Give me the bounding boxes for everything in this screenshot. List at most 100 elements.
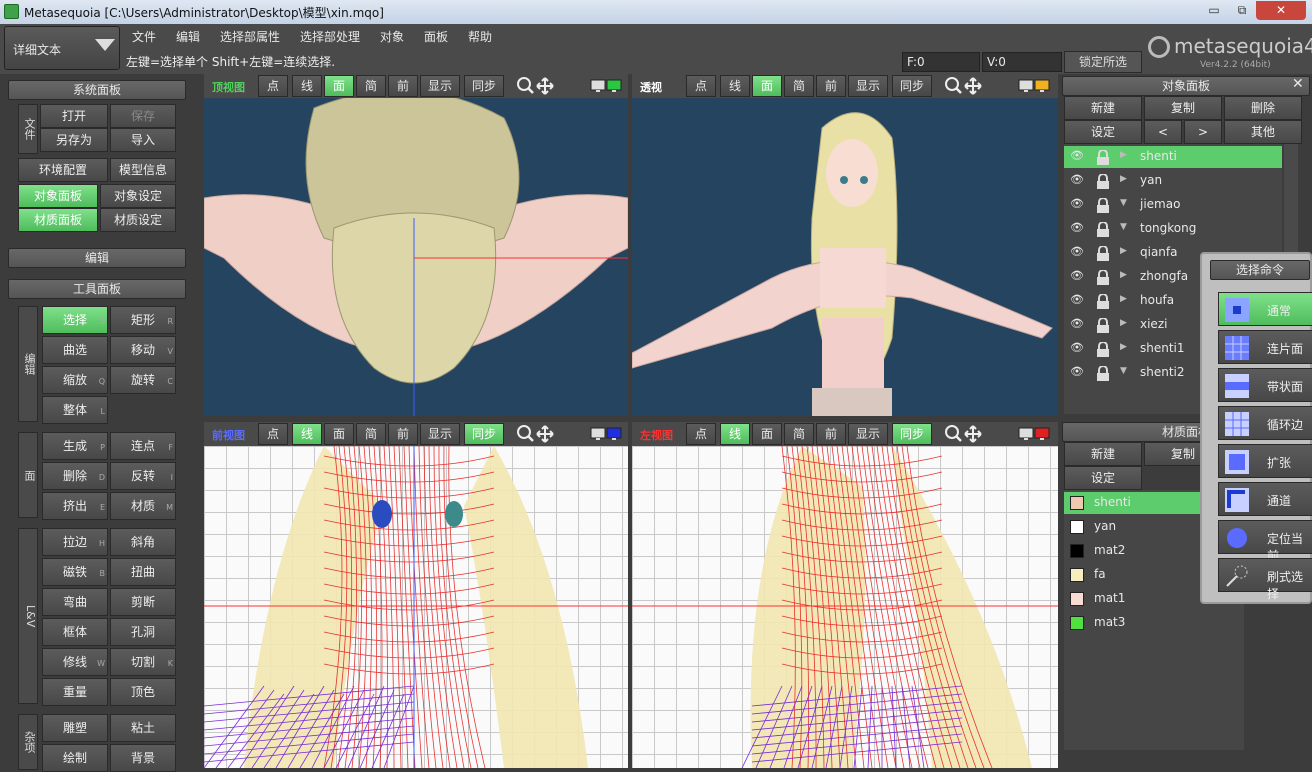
viewport-front[interactable]: 前视图点线面简前显示 同步 [204, 422, 628, 768]
lock-icon[interactable] [1096, 198, 1110, 214]
system-panel-title[interactable]: 系统面板 [8, 80, 186, 100]
monitor-icon[interactable] [590, 78, 624, 97]
select-cmd-brush-select[interactable]: 刷式选择 [1218, 558, 1312, 601]
lock-icon[interactable] [1096, 318, 1110, 334]
object-row[interactable]: 👁 ▶ shenti [1064, 146, 1282, 168]
visibility-icon[interactable]: 👁 [1070, 149, 1084, 162]
visibility-icon[interactable]: 👁 [1070, 245, 1084, 258]
tool-button-edit-4[interactable]: 缩放 Q [42, 366, 108, 394]
visibility-icon[interactable]: 👁 [1070, 173, 1084, 186]
viewport-left[interactable]: 左视图点线面简前显示 同步 [632, 422, 1058, 768]
object-panel-toggle[interactable]: 对象面板 [18, 184, 98, 208]
env-config-button[interactable]: 环境配置 [18, 158, 108, 182]
object-row[interactable]: 👁 ▼ tongkong [1064, 218, 1282, 240]
object-next-button[interactable]: > [1184, 120, 1222, 144]
visibility-icon[interactable]: 👁 [1070, 197, 1084, 210]
viewport-canvas-front[interactable] [204, 446, 628, 768]
edit-panel-title[interactable]: 编辑 [8, 248, 186, 268]
object-new-button[interactable]: 新建 [1064, 96, 1142, 120]
tool-button-misc-1[interactable]: 粘土 [110, 714, 176, 742]
material-new-button[interactable]: 新建 [1064, 442, 1142, 466]
tool-button-edit-0[interactable]: 选择 S [42, 306, 108, 334]
expand-icon[interactable]: ▶ [1120, 270, 1127, 280]
tool-panel-title[interactable]: 工具面板 [8, 279, 186, 299]
viewport-top-btn-0[interactable]: 点 [258, 75, 288, 97]
viewport-top-btn-6[interactable]: 同步 [464, 75, 504, 97]
viewport-perspective-btn-0[interactable]: 点 [686, 75, 716, 97]
object-settings-button[interactable]: 对象设定 [100, 184, 176, 208]
tool-button-edit-3[interactable]: 移动 V [110, 336, 176, 364]
tool-button-face-4[interactable]: 挤出 E [42, 492, 108, 520]
viewport-left-btn-2[interactable]: 面 [752, 423, 782, 445]
zoom-pan-icon[interactable] [516, 76, 556, 99]
expand-icon[interactable]: ▶ [1120, 318, 1127, 328]
object-row[interactable]: 👁 ▼ jiemao [1064, 194, 1282, 216]
lock-icon[interactable] [1096, 222, 1110, 238]
menu-panel[interactable]: 面板 [424, 28, 448, 46]
save-as-button[interactable]: 另存为 [40, 128, 108, 152]
tool-button-lv-1[interactable]: 斜角 [110, 528, 176, 556]
lock-icon[interactable] [1096, 150, 1110, 166]
close-icon[interactable]: ✕ [1292, 76, 1304, 92]
viewport-canvas-left[interactable] [632, 446, 1058, 768]
select-cmd-edge-loop[interactable]: 循环边 [1218, 406, 1312, 440]
visibility-icon[interactable]: 👁 [1070, 293, 1084, 306]
tool-button-edit-1[interactable]: 矩形 R [110, 306, 176, 334]
viewport-left-btn-5[interactable]: 显示 [848, 423, 888, 445]
viewport-canvas-top[interactable] [204, 98, 628, 416]
menu-object[interactable]: 对象 [380, 28, 404, 46]
tool-button-edit-6[interactable]: 整体 L [42, 396, 108, 424]
viewport-front-btn-1[interactable]: 线 [292, 423, 322, 445]
open-button[interactable]: 打开 [40, 104, 108, 128]
tool-button-lv-3[interactable]: 扭曲 [110, 558, 176, 586]
viewport-left-btn-3[interactable]: 简 [784, 423, 814, 445]
monitor-icon[interactable] [1018, 78, 1052, 97]
visibility-icon[interactable]: 👁 [1070, 341, 1084, 354]
viewport-top-btn-5[interactable]: 显示 [420, 75, 460, 97]
lock-icon[interactable] [1096, 174, 1110, 190]
viewport-perspective-btn-6[interactable]: 同步 [892, 75, 932, 97]
expand-icon[interactable]: ▶ [1120, 174, 1127, 184]
viewport-perspective-btn-2[interactable]: 面 [752, 75, 782, 97]
object-prev-button[interactable]: < [1144, 120, 1182, 144]
tool-button-face-5[interactable]: 材质 M [110, 492, 176, 520]
lock-icon[interactable] [1096, 246, 1110, 262]
expand-icon[interactable]: ▶ [1120, 342, 1127, 352]
tool-button-face-3[interactable]: 反转 I [110, 462, 176, 490]
monitor-icon[interactable] [1018, 426, 1052, 445]
menu-edit[interactable]: 编辑 [176, 28, 200, 46]
viewport-top-btn-3[interactable]: 简 [356, 75, 386, 97]
save-button[interactable]: 保存 [110, 104, 176, 128]
viewport-perspective[interactable]: 透视 点线面简前显示 同步 [632, 74, 1058, 416]
viewport-perspective-btn-1[interactable]: 线 [720, 75, 750, 97]
viewport-left-btn-4[interactable]: 前 [816, 423, 846, 445]
zoom-pan-icon[interactable] [516, 424, 556, 447]
menu-help[interactable]: 帮助 [468, 28, 492, 46]
tool-button-face-1[interactable]: 连点 F [110, 432, 176, 460]
object-delete-button[interactable]: 删除 [1224, 96, 1302, 120]
tool-button-edit-2[interactable]: 曲选 [42, 336, 108, 364]
menu-selection-process[interactable]: 选择部处理 [300, 28, 360, 46]
expand-icon[interactable]: ▶ [1120, 150, 1127, 160]
tool-button-lv-9[interactable]: 切割 K [110, 648, 176, 676]
view-mode-dropdown[interactable]: 详细文本 [4, 26, 120, 70]
model-info-button[interactable]: 模型信息 [110, 158, 176, 182]
viewport-perspective-btn-4[interactable]: 前 [816, 75, 846, 97]
expand-icon[interactable]: ▼ [1120, 366, 1127, 376]
expand-icon[interactable]: ▶ [1120, 294, 1127, 304]
visibility-icon[interactable]: 👁 [1070, 221, 1084, 234]
viewport-canvas-perspective[interactable] [632, 98, 1058, 416]
tool-button-edit-5[interactable]: 旋转 C [110, 366, 176, 394]
zoom-pan-icon[interactable] [944, 76, 984, 99]
tool-button-face-0[interactable]: 生成 P [42, 432, 108, 460]
visibility-icon[interactable]: 👁 [1070, 269, 1084, 282]
select-cmd-strip-faces[interactable]: 带状面 [1218, 368, 1312, 402]
viewport-left-btn-1[interactable]: 线 [720, 423, 750, 445]
viewport-left-btn-0[interactable]: 点 [686, 423, 716, 445]
tool-button-lv-8[interactable]: 修线 W [42, 648, 108, 676]
expand-icon[interactable]: ▼ [1120, 198, 1127, 208]
viewport-front-btn-5[interactable]: 显示 [420, 423, 460, 445]
material-row[interactable]: mat3 [1064, 612, 1244, 634]
lock-icon[interactable] [1096, 270, 1110, 286]
viewport-perspective-btn-3[interactable]: 简 [784, 75, 814, 97]
